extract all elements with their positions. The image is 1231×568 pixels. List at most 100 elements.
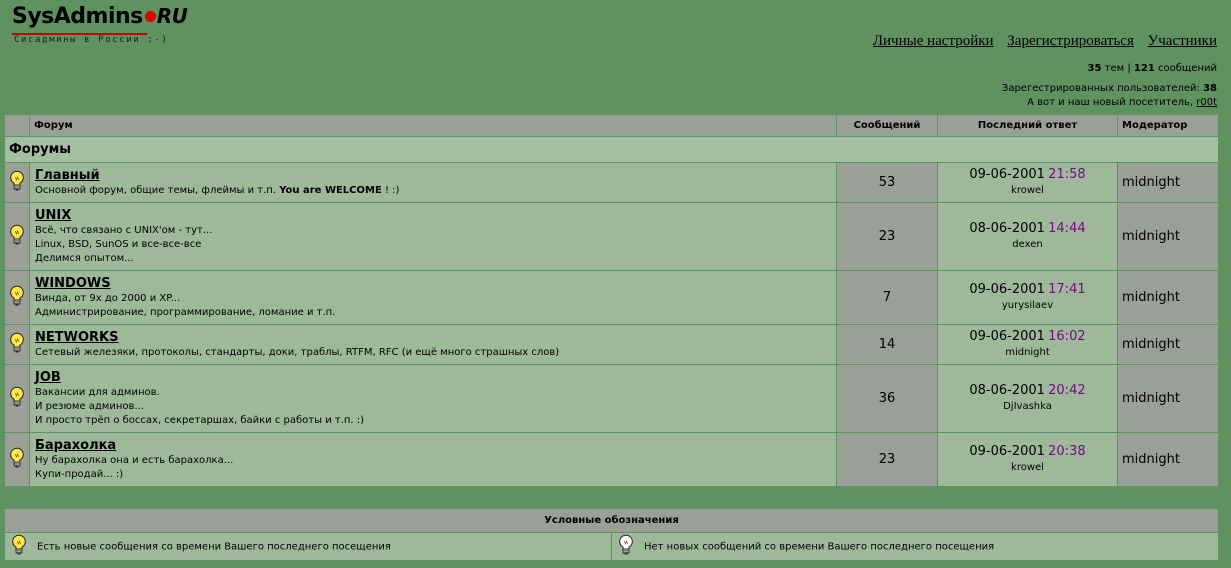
- forum-desc-line: И просто трёп о боссах, секретаршах, бай…: [35, 414, 365, 426]
- forum-desc-line: Делимся опытом...: [35, 252, 134, 264]
- posts-count-cell: 53: [836, 162, 938, 203]
- forum-cell: Барахолка Ну барахолка она и есть барахо…: [29, 432, 837, 487]
- last-date: 09-06-2001: [969, 444, 1045, 459]
- legend-new-text: Есть новые сообщения со времени Вашего п…: [37, 541, 391, 553]
- bulb-off-icon: [618, 534, 634, 559]
- forum-cell: Главный Основной форум, общие темы, флей…: [29, 162, 837, 203]
- forum-table-header: Форум Сообщений Последний ответ Модерато…: [4, 114, 1219, 137]
- top-nav: Личные настройки Зарегистрироваться Учас…: [863, 33, 1217, 50]
- header-moderator: Модератор: [1117, 114, 1219, 137]
- last-time: 20:42: [1048, 383, 1086, 398]
- bulb-new-icon: [4, 202, 30, 271]
- last-date: 09-06-2001: [969, 167, 1045, 182]
- last-time: 14:44: [1048, 221, 1086, 236]
- forum-desc-end: ! :): [384, 184, 400, 196]
- posts-count-cell: 7: [836, 270, 938, 325]
- last-reply-cell: 09-06-2001 16:02 midnight: [937, 324, 1118, 365]
- stats-separator: |: [1127, 63, 1131, 74]
- forum-link[interactable]: WINDOWS: [35, 276, 111, 292]
- stats-counts: 35 тем | 121 сообщений: [1002, 62, 1217, 76]
- forum-desc-line: Linux, BSD, SunOS и все-все-все: [35, 238, 202, 250]
- bulb-new-icon: [4, 364, 30, 433]
- newest-user-link[interactable]: r00t: [1196, 97, 1217, 108]
- moderator-cell[interactable]: midnight: [1117, 162, 1219, 203]
- forum-row: WINDOWS Винда, от 9x до 2000 и XP... Адм…: [4, 270, 1219, 325]
- bulb-new-icon: [4, 270, 30, 325]
- moderator-cell[interactable]: midnight: [1117, 270, 1219, 325]
- bulb-new-icon: [4, 432, 30, 487]
- header-forum: Форум: [29, 114, 837, 137]
- last-reply-cell: 09-06-2001 21:58 krowel: [937, 162, 1118, 203]
- last-reply-cell: 09-06-2001 20:38 krowel: [937, 432, 1118, 487]
- forum-desc-line: Купи-продай... :): [35, 468, 124, 480]
- forum-table: Форум Сообщений Последний ответ Модерато…: [4, 114, 1219, 487]
- forum-desc-line: Сетевый железяки, протоколы, стандарты, …: [35, 346, 560, 358]
- legend-table: Условные обозначения Есть новые сообщени…: [4, 508, 1219, 561]
- legend-header: Условные обозначения: [4, 508, 1219, 533]
- forum-desc-line: Администрирование, программирование, лом…: [35, 306, 336, 318]
- last-date: 08-06-2001: [969, 221, 1045, 236]
- forum-desc-bold: You are WELCOME: [279, 184, 382, 196]
- forum-desc-line: Вакансии для админов.: [35, 386, 160, 398]
- forum-row: JOB Вакансии для админов. И резюме админ…: [4, 364, 1219, 433]
- last-reply-cell: 08-06-2001 20:42 DjIvashka: [937, 364, 1118, 433]
- forum-cell: UNIX Всё, что связано с UNIX'ом - тут...…: [29, 202, 837, 271]
- logo-ru-text: RU: [156, 4, 188, 28]
- last-time: 17:41: [1048, 282, 1086, 297]
- bulb-new-icon: [11, 534, 27, 559]
- nav-members-link[interactable]: Участники: [1148, 33, 1217, 49]
- forum-link[interactable]: Главный: [35, 168, 100, 184]
- nav-profile-link[interactable]: Личные настройки: [873, 33, 994, 49]
- topics-label: тем: [1104, 63, 1125, 74]
- last-user: dexen: [1012, 239, 1043, 250]
- last-time: 21:58: [1048, 167, 1086, 182]
- legend-no-new: Нет новых сообщений со времени Вашего по…: [611, 532, 1219, 561]
- forum-cell: NETWORKS Сетевый железяки, протоколы, ст…: [29, 324, 837, 365]
- last-reply-cell: 09-06-2001 17:41 yurysilaev: [937, 270, 1118, 325]
- forum-row: NETWORKS Сетевый железяки, протоколы, ст…: [4, 324, 1219, 365]
- forum-stats: 35 тем | 121 сообщений Зарегестрированны…: [1002, 62, 1217, 110]
- header-icon-col: [4, 114, 30, 137]
- forum-link[interactable]: NETWORKS: [35, 330, 118, 346]
- forum-desc-line: Ну барахолка она и есть барахолка...: [35, 454, 234, 466]
- last-user: DjIvashka: [1003, 401, 1052, 412]
- forum-link[interactable]: UNIX: [35, 208, 71, 224]
- forum-cell: JOB Вакансии для админов. И резюме админ…: [29, 364, 837, 433]
- nav-register-link[interactable]: Зарегистрироваться: [1007, 33, 1134, 49]
- last-user: krowel: [1011, 185, 1044, 196]
- topics-count: 35: [1087, 63, 1102, 74]
- forum-link[interactable]: JOB: [35, 370, 61, 386]
- bulb-new-icon: [4, 162, 30, 203]
- logo-dot-icon: [144, 10, 156, 22]
- bulb-new-icon: [4, 324, 30, 365]
- last-user: krowel: [1011, 462, 1044, 473]
- last-date: 08-06-2001: [969, 383, 1045, 398]
- logo-tagline: Сисадмины в России ;-): [14, 35, 169, 45]
- last-date: 09-06-2001: [969, 329, 1045, 344]
- moderator-cell[interactable]: midnight: [1117, 202, 1219, 271]
- moderator-cell[interactable]: midnight: [1117, 364, 1219, 433]
- moderator-cell[interactable]: midnight: [1117, 432, 1219, 487]
- last-time: 20:38: [1048, 444, 1086, 459]
- registered-count: 38: [1203, 83, 1217, 94]
- header-last-reply: Последний ответ: [937, 114, 1118, 137]
- posts-label: сообщений: [1157, 63, 1217, 74]
- last-user: midnight: [1005, 347, 1050, 358]
- legend-new: Есть новые сообщения со времени Вашего п…: [4, 532, 612, 561]
- site-logo[interactable]: SysAdmins RU Сисадмины в России ;-): [12, 4, 212, 50]
- posts-count-cell: 36: [836, 364, 938, 433]
- logo-main-text: SysAdmins: [12, 4, 143, 29]
- forum-cell: WINDOWS Винда, от 9x до 2000 и XP... Адм…: [29, 270, 837, 325]
- forum-link[interactable]: Барахолка: [35, 438, 116, 454]
- legend-no-new-text: Нет новых сообщений со времени Вашего по…: [644, 541, 995, 553]
- registered-label: Зарегестрированных пользователей:: [1001, 83, 1200, 94]
- posts-count-cell: 23: [836, 432, 938, 487]
- newest-label: А вот и наш новый посетитель,: [1027, 97, 1194, 108]
- moderator-cell[interactable]: midnight: [1117, 324, 1219, 365]
- stats-registered: Зарегестрированных пользователей: 38: [1002, 82, 1217, 96]
- forum-desc-line: Всё, что связано с UNIX'ом - тут...: [35, 224, 213, 236]
- forum-row: Барахолка Ну барахолка она и есть барахо…: [4, 432, 1219, 487]
- forum-row: Главный Основной форум, общие темы, флей…: [4, 162, 1219, 203]
- last-date: 09-06-2001: [969, 282, 1045, 297]
- posts-count-cell: 23: [836, 202, 938, 271]
